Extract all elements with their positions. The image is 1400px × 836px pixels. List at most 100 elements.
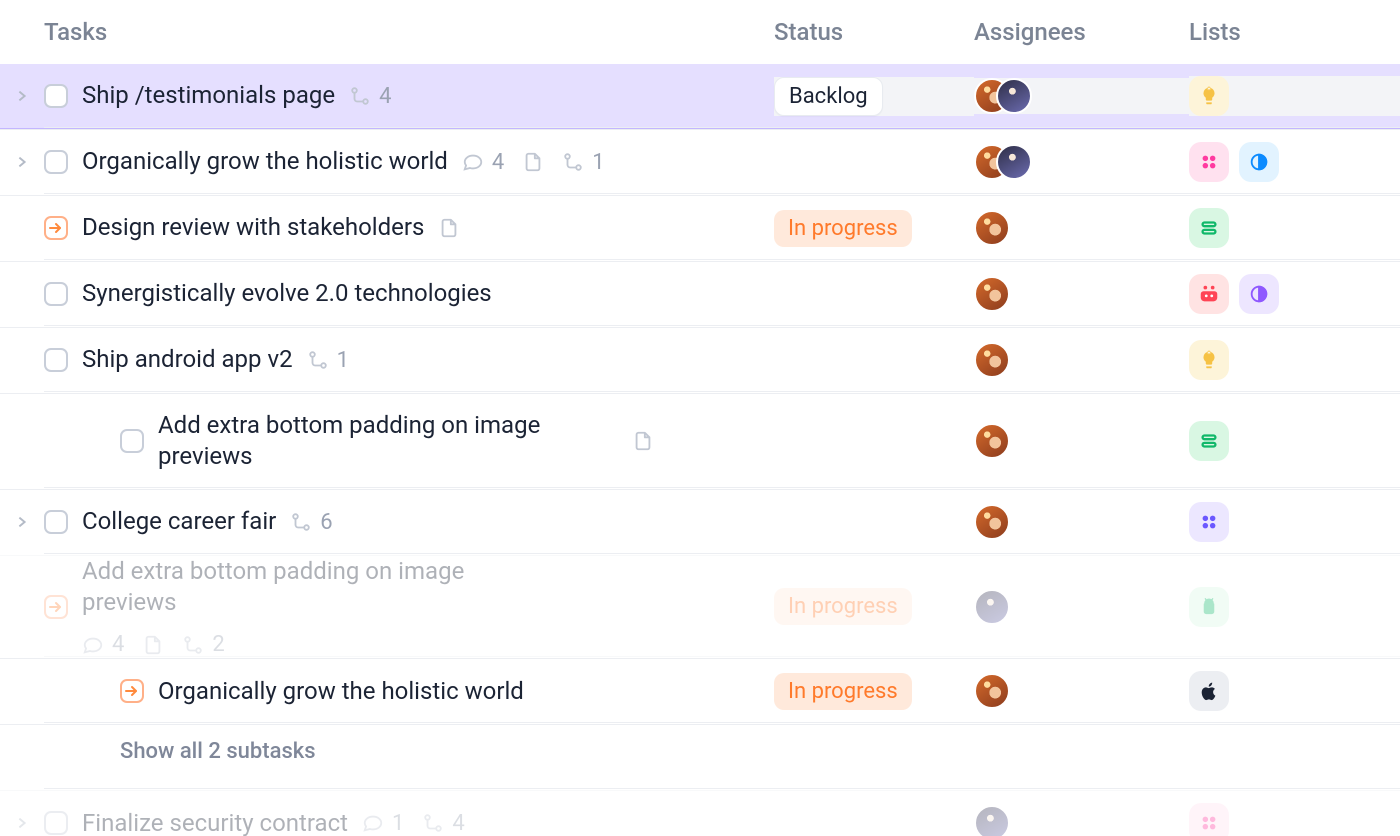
- task-row[interactable]: Add extra bottom padding on image previe…: [0, 555, 1400, 658]
- comments-count[interactable]: 4: [82, 632, 124, 657]
- task-row[interactable]: Design review with stakeholders In progre…: [0, 195, 1400, 261]
- subtasks-count[interactable]: 4: [349, 84, 391, 109]
- header-assignees[interactable]: Assignees: [974, 18, 1189, 46]
- status-badge[interactable]: In progress: [774, 588, 912, 625]
- avatar[interactable]: [996, 78, 1032, 114]
- task-row[interactable]: Add extra bottom padding on image previe…: [0, 393, 1400, 489]
- subtasks-count[interactable]: 4: [422, 811, 464, 836]
- header-status[interactable]: Status: [774, 18, 974, 46]
- assignees-cell: [974, 423, 1189, 459]
- tasks-cell: Ship /testimonials page 4: [44, 80, 774, 111]
- list-chip-robot-red[interactable]: [1189, 274, 1229, 314]
- lists-cell: [1189, 803, 1400, 836]
- avatar[interactable]: [974, 589, 1010, 625]
- task-rows: Ship /testimonials page 4 Backlog Organical…: [0, 64, 1400, 836]
- list-chip-rows-green[interactable]: [1189, 421, 1229, 461]
- list-chip-contrast-blue[interactable]: [1239, 142, 1279, 182]
- task-title[interactable]: College career fair: [82, 506, 276, 537]
- avatar-stack[interactable]: [974, 504, 1010, 540]
- task-title[interactable]: Ship android app v2: [82, 344, 293, 375]
- avatar[interactable]: [974, 805, 1010, 836]
- task-checkbox[interactable]: [120, 429, 144, 453]
- lists-cell: [1189, 142, 1400, 182]
- avatar[interactable]: [974, 210, 1010, 246]
- task-title[interactable]: Synergistically evolve 2.0 technologies: [82, 278, 492, 309]
- avatar[interactable]: [996, 144, 1032, 180]
- avatar-stack[interactable]: [974, 144, 1032, 180]
- task-title[interactable]: Add extra bottom padding on image previe…: [82, 556, 542, 618]
- task-title[interactable]: Add extra bottom padding on image previe…: [158, 410, 618, 472]
- lists-cell: [1189, 421, 1400, 461]
- avatar[interactable]: [974, 673, 1010, 709]
- status-arrow-checkbox[interactable]: [44, 595, 68, 619]
- header-tasks[interactable]: Tasks: [44, 18, 774, 46]
- avatar[interactable]: [974, 342, 1010, 378]
- comments-count[interactable]: 1: [362, 811, 404, 836]
- list-chip-dots-violet[interactable]: [1189, 502, 1229, 542]
- subtasks-count[interactable]: 1: [307, 348, 349, 373]
- task-row[interactable]: Ship android app v2 1: [0, 327, 1400, 393]
- task-checkbox[interactable]: [44, 348, 68, 372]
- task-title[interactable]: Organically grow the holistic world: [158, 676, 524, 707]
- task-checkbox[interactable]: [44, 811, 68, 835]
- list-chip-bulb[interactable]: [1189, 340, 1229, 380]
- list-chip-dots-pink[interactable]: [1189, 142, 1229, 182]
- comments-count[interactable]: 4: [462, 150, 504, 175]
- avatar[interactable]: [974, 504, 1010, 540]
- subtasks-count[interactable]: 1: [562, 150, 604, 175]
- list-chip-android-green[interactable]: [1189, 587, 1229, 627]
- task-row[interactable]: Finalize security contract 14: [0, 790, 1400, 836]
- task-row[interactable]: Organically grow the holistic world In pr…: [0, 658, 1400, 724]
- task-row[interactable]: Synergistically evolve 2.0 technologies: [0, 261, 1400, 327]
- expand-toggle[interactable]: [0, 515, 44, 529]
- task-title[interactable]: Design review with stakeholders: [82, 212, 424, 243]
- avatar-stack[interactable]: [974, 589, 1010, 625]
- tasks-cell: Synergistically evolve 2.0 technologies: [44, 278, 774, 309]
- status-badge[interactable]: In progress: [774, 210, 912, 247]
- subtasks-count[interactable]: 6: [290, 510, 332, 535]
- list-chip-bulb[interactable]: [1189, 76, 1229, 116]
- status-cell: In progress: [774, 588, 974, 625]
- doc-icon[interactable]: [142, 634, 164, 656]
- task-checkbox[interactable]: [44, 510, 68, 534]
- lists-cell: [1189, 502, 1400, 542]
- avatar[interactable]: [974, 276, 1010, 312]
- task-title[interactable]: Finalize security contract: [82, 808, 348, 836]
- lists-cell: [1189, 76, 1400, 116]
- status-arrow-checkbox[interactable]: [44, 216, 68, 240]
- list-chip-contrast-purple[interactable]: [1239, 274, 1279, 314]
- task-checkbox[interactable]: [44, 282, 68, 306]
- subtasks-count[interactable]: 2: [182, 632, 224, 657]
- status-badge[interactable]: Backlog: [774, 77, 883, 116]
- avatar-stack[interactable]: [974, 673, 1010, 709]
- avatar-stack[interactable]: [974, 342, 1010, 378]
- task-row[interactable]: Organically grow the holistic world 4 1: [0, 129, 1400, 195]
- doc-icon[interactable]: [522, 151, 544, 173]
- avatar-stack[interactable]: [974, 210, 1010, 246]
- task-row[interactable]: Ship /testimonials page 4 Backlog: [0, 64, 1400, 129]
- avatar-stack[interactable]: [974, 78, 1032, 114]
- expand-toggle[interactable]: [0, 155, 44, 169]
- assignees-cell: [974, 504, 1189, 540]
- task-title[interactable]: Ship /testimonials page: [82, 80, 335, 111]
- task-checkbox[interactable]: [44, 84, 68, 108]
- status-arrow-checkbox[interactable]: [120, 679, 144, 703]
- task-checkbox[interactable]: [44, 150, 68, 174]
- avatar-stack[interactable]: [974, 423, 1010, 459]
- avatar-stack[interactable]: [974, 276, 1010, 312]
- doc-icon[interactable]: [632, 430, 654, 452]
- avatar[interactable]: [974, 423, 1010, 459]
- status-badge[interactable]: In progress: [774, 673, 912, 710]
- list-chip-apple[interactable]: [1189, 671, 1229, 711]
- expand-toggle[interactable]: [0, 816, 44, 830]
- header-lists[interactable]: Lists: [1189, 18, 1400, 46]
- doc-icon[interactable]: [438, 217, 460, 239]
- task-title[interactable]: Organically grow the holistic world: [82, 146, 448, 177]
- task-row[interactable]: College career fair 6: [0, 489, 1400, 555]
- avatar-stack[interactable]: [974, 805, 1010, 836]
- list-chip-dots-pink[interactable]: [1189, 803, 1229, 836]
- show-all-subtasks[interactable]: Show all 2 subtasks: [120, 727, 316, 788]
- list-chip-rows-green[interactable]: [1189, 208, 1229, 248]
- assignees-cell: [974, 589, 1189, 625]
- expand-toggle[interactable]: [0, 89, 44, 103]
